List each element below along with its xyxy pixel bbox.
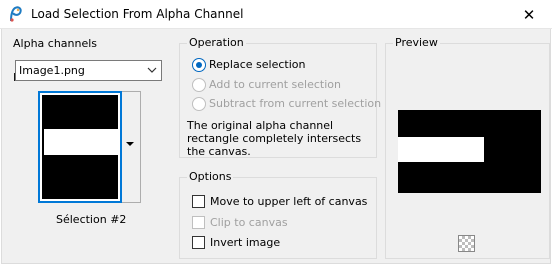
window-title: Load Selection From Alpha Channel — [31, 7, 244, 21]
alpha-channel-thumbnail[interactable] — [38, 91, 122, 203]
replace-selection-label[interactable]: Replace selection — [209, 58, 305, 71]
invert-image-checkbox[interactable] — [192, 236, 205, 249]
triangle-down-icon — [126, 142, 134, 146]
subtract-from-selection-radio[interactable] — [192, 97, 206, 111]
subtract-from-selection-label[interactable]: Subtract from current selection — [209, 97, 381, 110]
chevron-down-icon — [147, 65, 157, 75]
clip-to-canvas-label[interactable]: Clip to canvas — [210, 216, 288, 229]
thumbnail-selection-band — [44, 129, 118, 155]
close-button[interactable]: ✕ — [506, 0, 552, 29]
close-icon: ✕ — [522, 5, 536, 24]
selection-caption: Sélection #2 — [56, 213, 127, 226]
clip-to-canvas-checkbox[interactable] — [192, 216, 205, 229]
document-select[interactable]: Image1.png — [15, 60, 162, 81]
move-to-upper-left-checkbox[interactable] — [192, 195, 205, 208]
title-bar: Load Selection From Alpha Channel ✕ — [0, 0, 552, 29]
operation-group-title: Operation — [187, 36, 246, 49]
preview-selection-band — [398, 137, 484, 162]
replace-selection-radio[interactable] — [192, 58, 206, 72]
move-to-upper-left-label[interactable]: Move to upper left of canvas — [210, 195, 367, 208]
document-select-value: Image1.png — [19, 64, 85, 77]
dialog-body: Alpha channels Load from document: Image… — [1, 29, 551, 264]
add-to-selection-radio[interactable] — [192, 78, 206, 92]
options-group-title: Options — [187, 170, 234, 183]
preview-group-title: Preview — [393, 36, 440, 49]
intersection-info-text: The original alpha channel rectangle com… — [187, 119, 362, 158]
preview-image — [398, 110, 541, 193]
preview-group: Preview — [385, 36, 550, 259]
thumbnail-image — [42, 95, 118, 199]
alpha-channels-heading: Alpha channels — [13, 37, 98, 50]
thumbnail-dropdown-button[interactable] — [122, 91, 141, 203]
checkerboard-icon[interactable] — [458, 235, 475, 252]
app-icon — [7, 6, 23, 22]
add-to-selection-label[interactable]: Add to current selection — [209, 78, 341, 91]
invert-image-label[interactable]: Invert image — [210, 236, 280, 249]
